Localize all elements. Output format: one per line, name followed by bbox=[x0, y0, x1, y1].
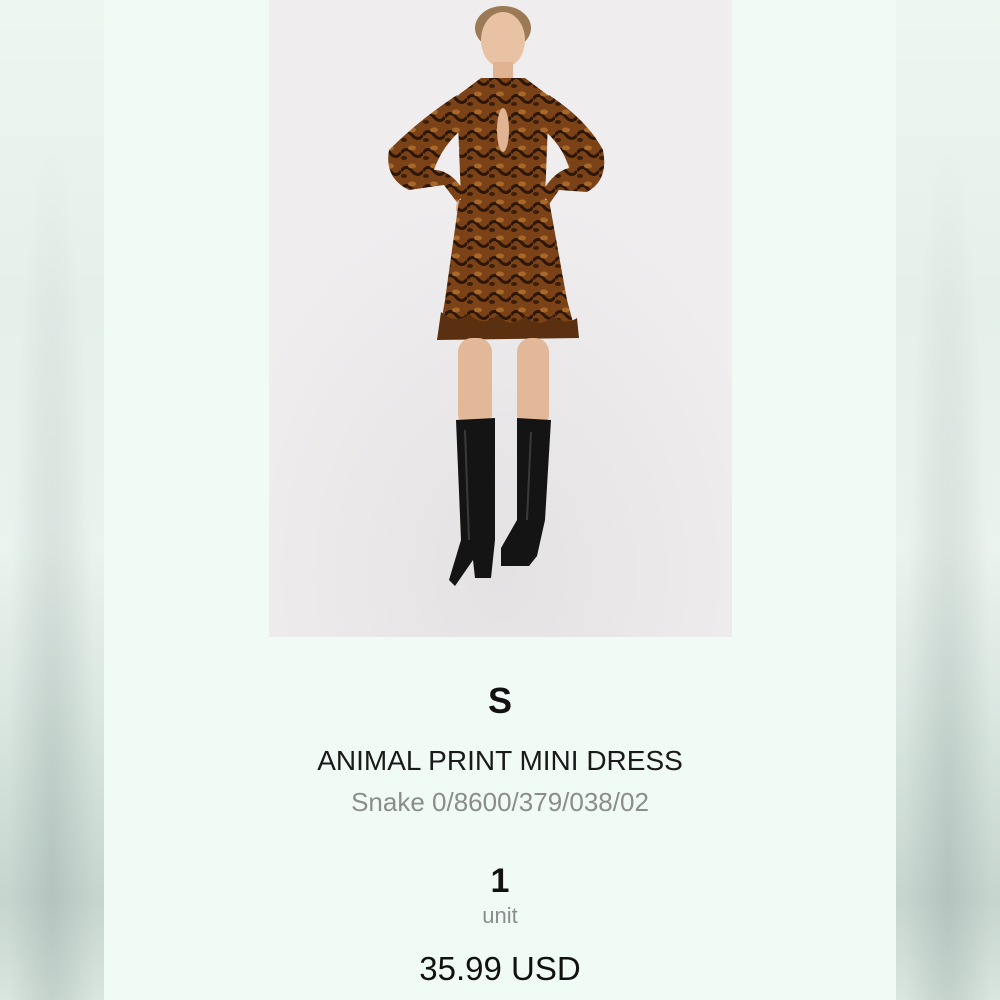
blurred-background-left bbox=[0, 0, 104, 1000]
price-label: 35.99 USD bbox=[419, 950, 581, 987]
product-reference: Snake 0/8600/379/038/02 bbox=[351, 787, 649, 817]
model-illustration bbox=[269, 0, 732, 637]
product-name: ANIMAL PRINT MINI DRESS bbox=[317, 745, 683, 776]
size-label: S bbox=[487, 680, 512, 721]
quantity-unit: unit bbox=[482, 903, 518, 928]
quantity-value: 1 bbox=[490, 862, 510, 900]
blurred-background-right bbox=[896, 0, 1000, 1000]
product-photo[interactable] bbox=[269, 0, 732, 637]
order-item-card: S ANIMAL PRINT MINI DRESS Snake 0/8600/3… bbox=[104, 0, 896, 1000]
